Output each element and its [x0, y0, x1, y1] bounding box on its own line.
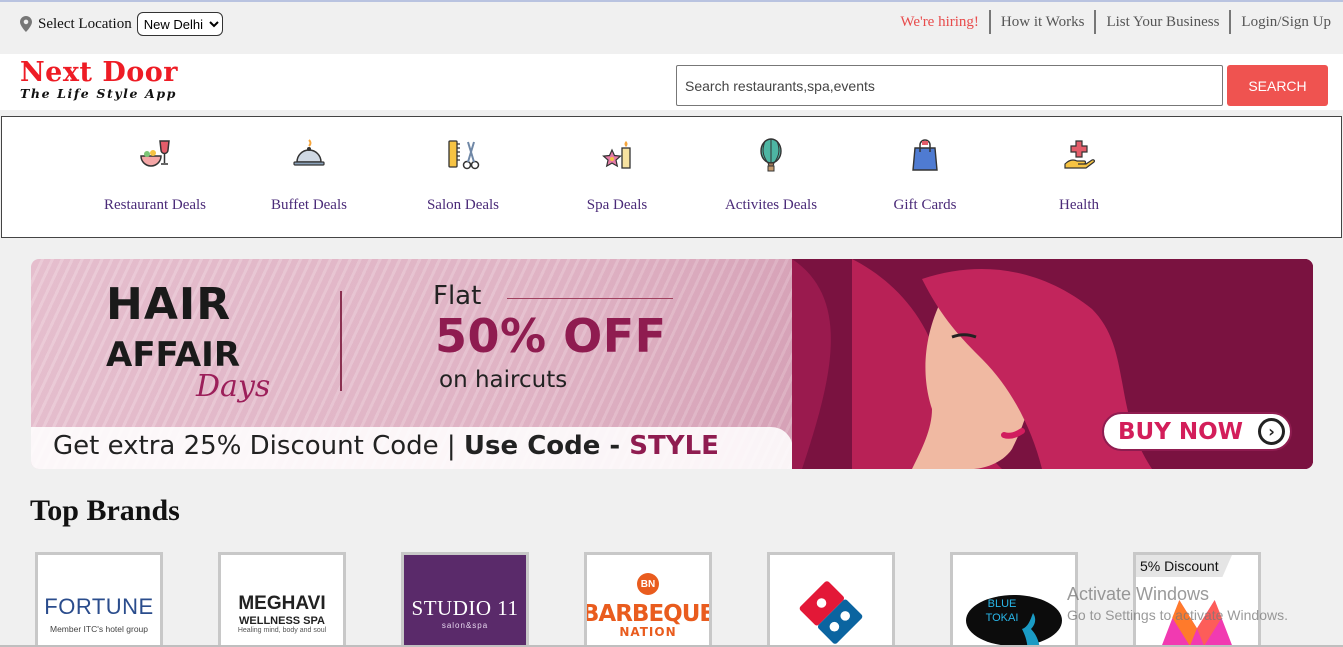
brand-badge: BN — [637, 573, 659, 595]
meghavi-logo: MEGHAVI WELLNESS SPA Healing mind, body … — [221, 555, 343, 646]
discount-label: 5% Discount — [1140, 558, 1219, 574]
banner-flat-text: Flat — [433, 281, 482, 311]
location-dropdown[interactable]: New Delhi — [136, 12, 223, 36]
location-pin-icon — [20, 16, 32, 32]
top-links: We're hiring! How it Works List Your Bus… — [890, 10, 1331, 34]
promo-banner[interactable]: HAIR AFFAIR Days Flat 50% OFF on haircut… — [31, 259, 1313, 469]
category-label: Salon Deals — [426, 197, 500, 213]
spa-icon — [597, 135, 637, 175]
brand-card-studio11[interactable]: STUDIO 11 salon&spa — [401, 552, 529, 647]
category-bar: Restaurant Deals Buffet Deals Salon Deal… — [1, 116, 1342, 238]
logo-title: Next Door — [20, 57, 178, 88]
search-input[interactable] — [676, 65, 1223, 106]
category-label: Gift Cards — [893, 197, 957, 213]
category-gift-cards[interactable]: Gift Cards — [850, 135, 1000, 214]
fortune-logo: FORTUNE Member ITC's hotel group — [38, 555, 160, 646]
category-label: Health — [1059, 197, 1099, 213]
how-it-works-link[interactable]: How it Works — [991, 14, 1095, 31]
watermark-subtitle: Go to Settings to activate Windows. — [1067, 607, 1288, 623]
brand-name: FORTUNE — [44, 593, 154, 619]
watermark-title: Activate Windows — [1067, 584, 1210, 604]
site-header: Next Door The Life Style App SEARCH — [0, 54, 1343, 110]
brand-sub: NATION — [619, 625, 677, 639]
category-spa-deals[interactable]: Spa Deals — [542, 135, 692, 214]
brand-card-dominos[interactable] — [767, 552, 895, 647]
logo-tagline: The Life Style App — [20, 86, 178, 101]
search-button[interactable]: SEARCH — [1227, 65, 1328, 106]
category-health[interactable]: Health — [1004, 135, 1154, 214]
location-selector: Select Location New Delhi — [20, 12, 223, 36]
brand-card-blue-tokai[interactable]: BLUE TOKAI — [950, 552, 1078, 647]
top-brands-heading: Top Brands — [30, 494, 180, 527]
brand-sub: Member ITC's hotel group — [50, 623, 148, 634]
salon-icon — [443, 135, 483, 175]
buy-now-button[interactable]: BUY NOW › — [1102, 412, 1292, 451]
banner-affair-text: AFFAIR — [106, 335, 241, 375]
brand-card-meghavi[interactable]: MEGHAVI WELLNESS SPA Healing mind, body … — [218, 552, 346, 647]
banner-hair-text: HAIR — [106, 279, 232, 330]
list-business-link[interactable]: List Your Business — [1096, 14, 1229, 31]
brand-sub: salon&spa — [441, 620, 489, 630]
category-label: Activites Deals — [724, 197, 818, 213]
restaurant-icon — [135, 135, 175, 175]
buy-now-label: BUY NOW — [1118, 418, 1244, 445]
banner-discount-text: 50% OFF — [435, 309, 667, 363]
chevron-right-icon: › — [1258, 418, 1285, 445]
studio11-logo: STUDIO 11 salon&spa — [404, 555, 526, 646]
category-restaurant-deals[interactable]: Restaurant Deals — [80, 135, 230, 214]
banner-divider — [340, 291, 342, 391]
discount-ribbon: 5% Discount — [1136, 555, 1232, 577]
category-salon-deals[interactable]: Salon Deals — [388, 135, 538, 214]
banner-days-text: Days — [196, 369, 271, 404]
buffet-icon — [289, 135, 329, 175]
banner-rule — [507, 298, 673, 299]
top-bar: Select Location New Delhi We're hiring! … — [0, 2, 1343, 54]
dominos-tile-icon — [799, 581, 863, 644]
brand-name: MEGHAVI — [238, 593, 326, 614]
blue-tokai-badge: BLUE TOKAI — [966, 595, 1062, 646]
gift-bag-icon — [905, 135, 945, 175]
brand-card-fortune[interactable]: FORTUNE Member ITC's hotel group — [35, 552, 163, 647]
brand-name: BARBEQUE — [587, 601, 709, 627]
banner-haircuts-text: on haircuts — [439, 367, 568, 393]
location-label: Select Location — [38, 15, 132, 32]
barbeque-nation-logo: BN BARBEQUE NATION — [587, 555, 709, 646]
site-logo[interactable]: Next Door The Life Style App — [20, 58, 178, 100]
brand-tagline: Healing mind, body and soul — [237, 627, 327, 634]
windows-activation-watermark: Activate Windows Go to Settings to activ… — [1067, 584, 1288, 623]
category-label: Buffet Deals — [271, 197, 347, 213]
category-label: Spa Deals — [586, 197, 648, 213]
category-activities-deals[interactable]: Activites Deals — [696, 135, 846, 214]
peacock-icon — [1022, 613, 1040, 646]
brand-card-barbeque-nation[interactable]: BN BARBEQUE NATION — [584, 552, 712, 647]
category-label: Restaurant Deals — [103, 197, 207, 213]
category-buffet-deals[interactable]: Buffet Deals — [234, 135, 384, 214]
balloon-icon — [751, 135, 791, 175]
login-signup-link[interactable]: Login/Sign Up — [1231, 14, 1331, 31]
brand-name: BLUE TOKAI — [985, 597, 1019, 624]
brand-sub: WELLNESS SPA — [239, 615, 325, 627]
health-icon — [1059, 135, 1099, 175]
banner-code-text: Get extra 25% Discount Code | Use Code -… — [53, 431, 719, 461]
brand-name: STUDIO 11 — [411, 595, 519, 620]
blue-tokai-logo: BLUE TOKAI — [953, 555, 1075, 646]
dominos-logo — [770, 555, 892, 646]
hiring-link[interactable]: We're hiring! — [890, 14, 989, 31]
